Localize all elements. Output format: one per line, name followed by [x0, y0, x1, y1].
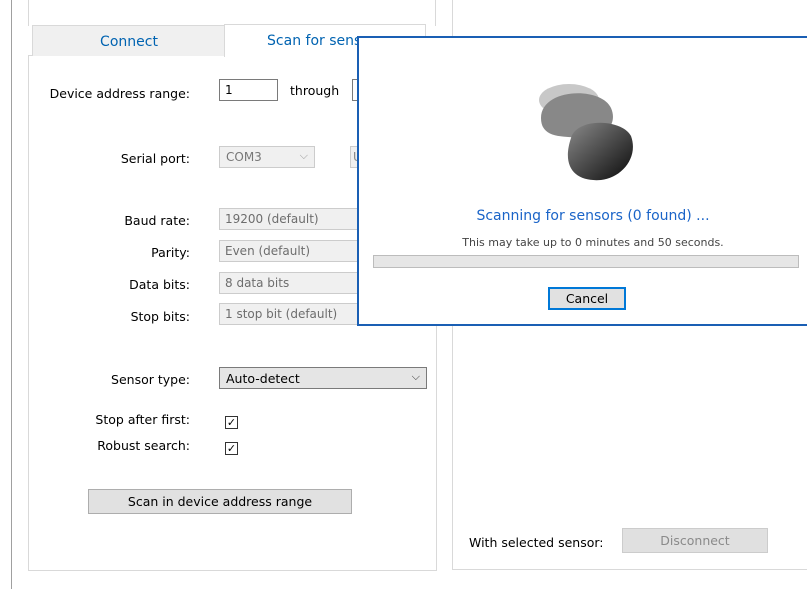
with-selected-sensor-label: With selected sensor:: [469, 535, 604, 550]
parity-select[interactable]: Even (default): [219, 240, 361, 262]
busy-spinner-icon: [539, 84, 633, 181]
tab-connect[interactable]: Connect: [32, 25, 226, 56]
serial-port-select[interactable]: COM3 ⌵: [219, 146, 315, 168]
cancel-button[interactable]: Cancel: [548, 287, 626, 310]
sensor-type-label: Sensor type:: [111, 372, 190, 387]
address-from-input[interactable]: 1: [219, 79, 278, 101]
scan-duration-note: This may take up to 0 minutes and 50 sec…: [462, 236, 724, 249]
baud-rate-select[interactable]: 19200 (default): [219, 208, 361, 230]
chevron-down-icon: ⌵: [411, 370, 420, 383]
serial-port-label: Serial port:: [120, 151, 190, 166]
sensor-type-value: Auto-detect: [226, 371, 300, 386]
window-edge: [11, 0, 12, 589]
panel-border: [435, 0, 436, 26]
scanning-dialog: Scanning for sensors (0 found) ... This …: [357, 36, 807, 326]
chevron-down-icon: ⌵: [299, 149, 308, 162]
scan-progress-bar: [373, 255, 799, 268]
serial-port-value: COM3: [226, 150, 262, 164]
stop-after-first-label: Stop after first:: [95, 412, 190, 427]
address-range-label: Device address range:: [49, 86, 190, 101]
data-bits-select[interactable]: 8 data bits: [219, 272, 361, 294]
robust-search-label: Robust search:: [97, 438, 190, 453]
panel-border: [28, 0, 29, 26]
robust-search-checkbox[interactable]: ✓: [225, 442, 238, 455]
scan-status-title: Scanning for sensors (0 found) ...: [476, 208, 710, 224]
through-label: through: [290, 83, 340, 98]
data-bits-label: Data bits:: [129, 277, 190, 292]
disconnect-button[interactable]: Disconnect: [622, 528, 768, 553]
sensor-type-select[interactable]: Auto-detect ⌵: [219, 367, 427, 389]
baud-rate-label: Baud rate:: [124, 213, 190, 228]
parity-label: Parity:: [151, 245, 190, 260]
stop-bits-label: Stop bits:: [130, 309, 190, 324]
stop-bits-select[interactable]: 1 stop bit (default): [219, 303, 361, 325]
scan-range-button[interactable]: Scan in device address range: [88, 489, 352, 514]
stop-after-first-checkbox[interactable]: ✓: [225, 416, 238, 429]
